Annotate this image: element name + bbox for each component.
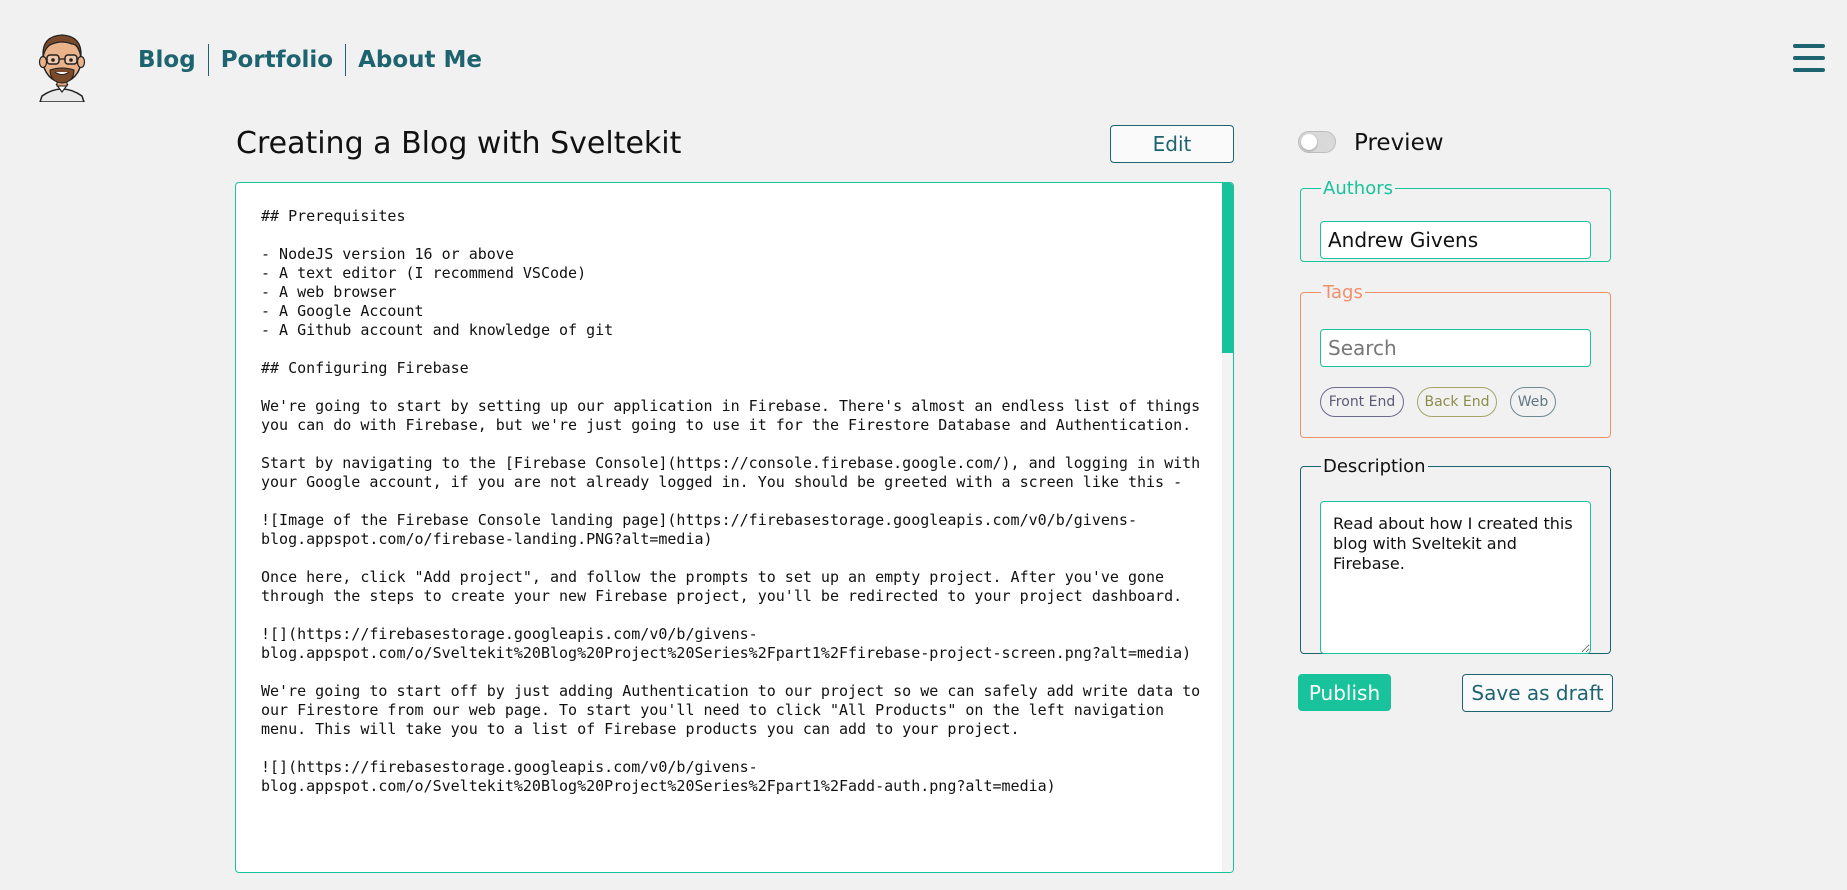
editor-scrollbar-thumb[interactable] [1222, 183, 1233, 353]
tags-legend: Tags [1323, 282, 1363, 303]
avatar-icon [38, 34, 86, 103]
tags-search-input[interactable] [1320, 329, 1591, 367]
post-title: Creating a Blog with Sveltekit [236, 126, 682, 161]
tag-chip-web[interactable]: Web [1510, 387, 1556, 417]
edit-button[interactable]: Edit [1110, 125, 1234, 163]
nav-link-about-me[interactable]: About Me [346, 45, 494, 75]
nav-link-blog[interactable]: Blog [138, 45, 208, 75]
description-textarea[interactable]: Read about how I created this blog with … [1320, 501, 1591, 654]
preview-label: Preview [1354, 130, 1444, 156]
editor-content[interactable]: ## Prerequisites - NodeJS version 16 or … [261, 207, 1211, 796]
preview-toggle[interactable] [1298, 131, 1336, 153]
publish-button[interactable]: Publish [1298, 674, 1391, 711]
nav-link-portfolio[interactable]: Portfolio [209, 45, 345, 75]
save-draft-button[interactable]: Save as draft [1462, 674, 1613, 712]
markdown-editor[interactable]: ## Prerequisites - NodeJS version 16 or … [235, 182, 1234, 873]
toggle-knob [1301, 134, 1317, 150]
authors-input[interactable] [1320, 221, 1591, 259]
description-fieldset: Description Read about how I created thi… [1300, 456, 1611, 654]
site-header: Blog Portfolio About Me [0, 0, 1847, 120]
tag-chip-front-end[interactable]: Front End [1320, 387, 1404, 417]
hamburger-menu-icon[interactable] [1793, 44, 1825, 72]
tag-chip-back-end[interactable]: Back End [1417, 387, 1497, 417]
main-nav: Blog Portfolio About Me [138, 44, 494, 76]
avatar[interactable] [34, 26, 90, 103]
description-legend: Description [1323, 456, 1426, 477]
tags-fieldset: Tags Front End Back End Web [1300, 282, 1611, 438]
authors-fieldset: Authors [1300, 178, 1611, 262]
authors-legend: Authors [1323, 178, 1393, 199]
